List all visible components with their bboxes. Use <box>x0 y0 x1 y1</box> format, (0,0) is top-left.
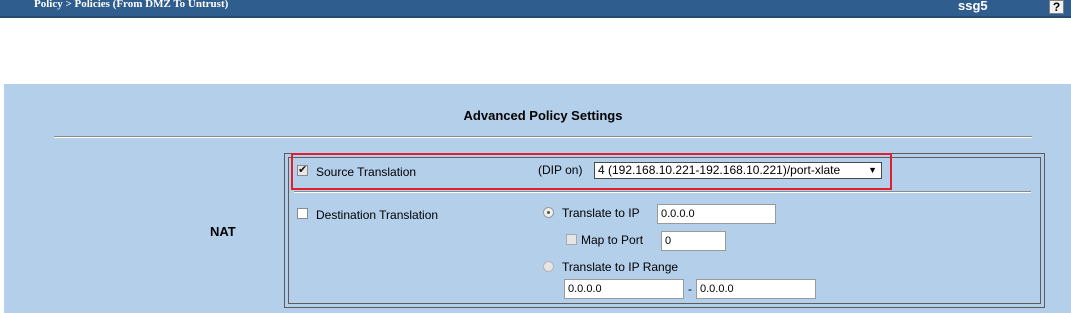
title-bar: Policy > Policies (From DMZ To Untrust) … <box>0 0 1071 18</box>
advanced-policy-panel: Advanced Policy Settings NAT Source Tran… <box>4 84 1071 313</box>
map-to-port-checkbox[interactable] <box>566 234 577 245</box>
highlight-box <box>291 153 892 190</box>
ip-range-from-input[interactable]: 0.0.0.0 <box>564 279 684 299</box>
translate-to-ip-range-radio[interactable] <box>543 261 554 272</box>
breadcrumb: Policy > Policies (From DMZ To Untrust) <box>34 0 229 10</box>
translate-to-ip-input[interactable]: 0.0.0.0 <box>657 204 776 224</box>
map-to-port-label: Map to Port <box>581 233 644 247</box>
map-to-port-input[interactable]: 0 <box>661 231 726 251</box>
nat-label: NAT <box>210 224 236 239</box>
translate-to-ip-label: Translate to IP <box>562 206 640 220</box>
translate-to-ip-range-label: Translate to IP Range <box>562 260 679 274</box>
destination-translation-checkbox[interactable] <box>297 208 308 219</box>
destination-translation-label: Destination Translation <box>316 208 439 222</box>
translate-to-ip-radio[interactable] <box>543 207 554 218</box>
help-button[interactable]: ? <box>1049 0 1064 14</box>
device-name: ssg5 <box>958 0 988 13</box>
nat-section-divider <box>294 191 1031 193</box>
ip-range-separator: - <box>688 282 692 296</box>
panel-title: Advanced Policy Settings <box>463 108 623 123</box>
title-divider <box>54 136 1032 138</box>
ip-range-to-input[interactable]: 0.0.0.0 <box>696 279 816 299</box>
